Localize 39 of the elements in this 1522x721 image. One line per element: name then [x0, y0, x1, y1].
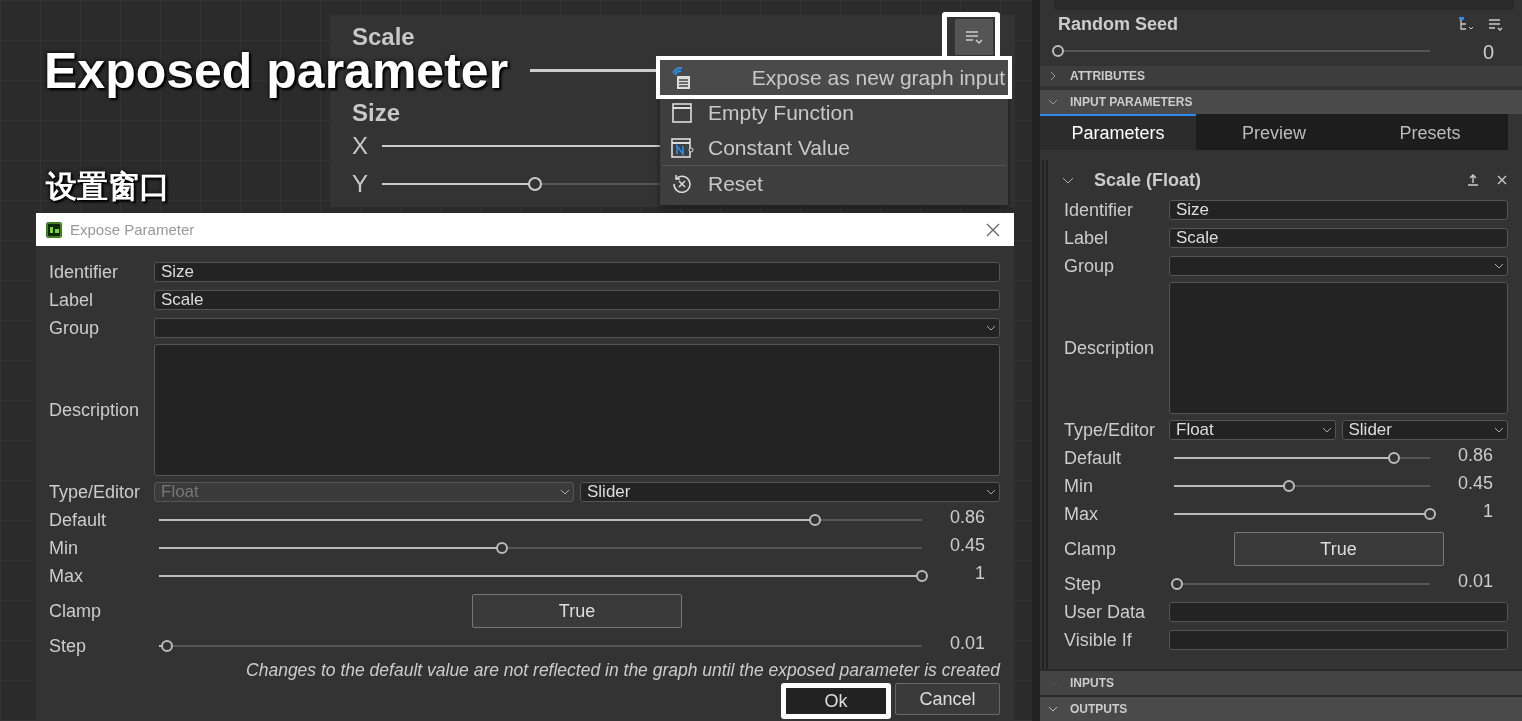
- field-label: Type/Editor: [1064, 419, 1157, 441]
- field-label: Max: [49, 565, 84, 587]
- field-label: Identifier: [49, 261, 120, 283]
- parameter-title: Size: [352, 99, 401, 127]
- field-label: User Data: [1064, 601, 1147, 623]
- field-label: Description: [1064, 337, 1156, 359]
- callout-title: 设置窗口: [46, 168, 170, 206]
- value-readout: 0.86: [1456, 444, 1494, 466]
- value-readout: 1: [1482, 500, 1494, 522]
- field-label: Min: [49, 537, 79, 559]
- field-label: Visible If: [1064, 629, 1133, 651]
- field-label: Default: [49, 509, 108, 531]
- field-label: Max: [1064, 503, 1099, 525]
- field-label: Step: [1064, 573, 1103, 595]
- field-label: Label: [49, 289, 95, 311]
- field-label: Group: [1064, 255, 1116, 277]
- axis-label: Y: [352, 170, 369, 198]
- field-label: Default: [1064, 447, 1123, 469]
- value-readout: 0: [1481, 41, 1495, 64]
- field-label: Min: [1064, 475, 1094, 497]
- field-label: Group: [49, 317, 101, 339]
- value-readout: 0.45: [1456, 472, 1494, 494]
- value-readout: 0.01: [948, 632, 986, 654]
- value-readout: 0.86: [948, 506, 986, 528]
- field-label: Label: [1064, 227, 1110, 249]
- value-readout: 0.01: [1456, 570, 1494, 592]
- field-label: Step: [49, 635, 88, 657]
- field-label: Clamp: [1064, 538, 1117, 560]
- parameter-title: Random Seed: [1058, 14, 1180, 35]
- field-label: Identifier: [1064, 199, 1135, 221]
- parameter-title: Scale (Float): [1094, 169, 1203, 191]
- value-readout: 1: [974, 562, 986, 584]
- window-title: Expose Parameter: [70, 221, 196, 238]
- field-label: Type/Editor: [49, 481, 142, 503]
- axis-label: X: [352, 132, 369, 160]
- value-readout: 0.45: [948, 534, 986, 556]
- field-label: Clamp: [49, 600, 102, 622]
- field-label: Description: [49, 399, 141, 421]
- hint-text: Changes to the default value are not reflected in the graph until the exposed parameter is created: [245, 660, 1000, 681]
